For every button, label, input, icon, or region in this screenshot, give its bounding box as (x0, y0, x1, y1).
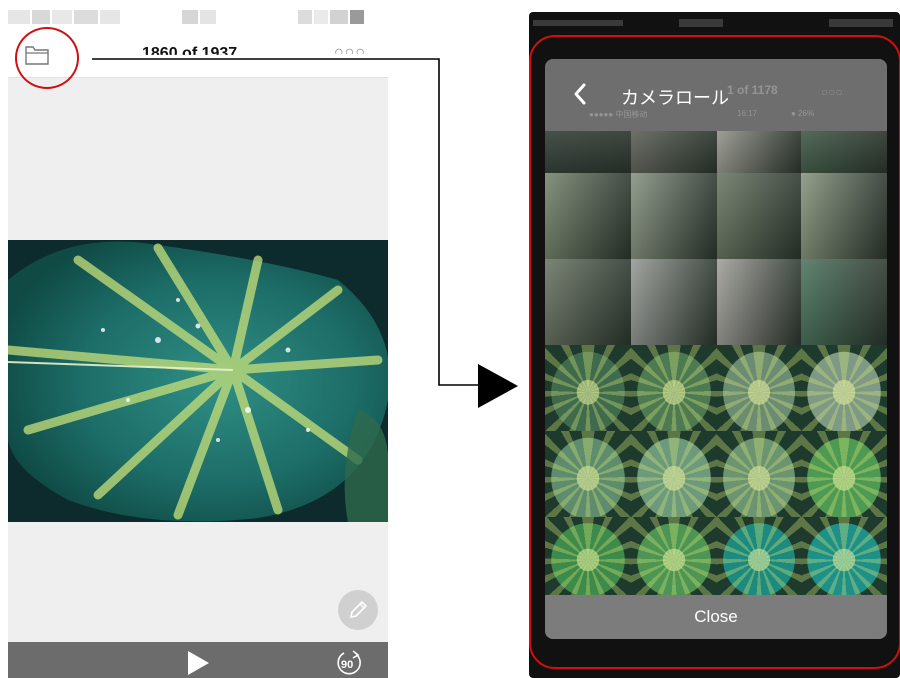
screenshot-stage: 1860 of 1937 ○○○ 90 1 of 1178 ○○○ ●●●●● … (0, 0, 900, 678)
status-bar-right-phone (533, 19, 893, 27)
picker-highlight-frame (529, 35, 900, 669)
transition-arrow-icon (478, 364, 518, 408)
